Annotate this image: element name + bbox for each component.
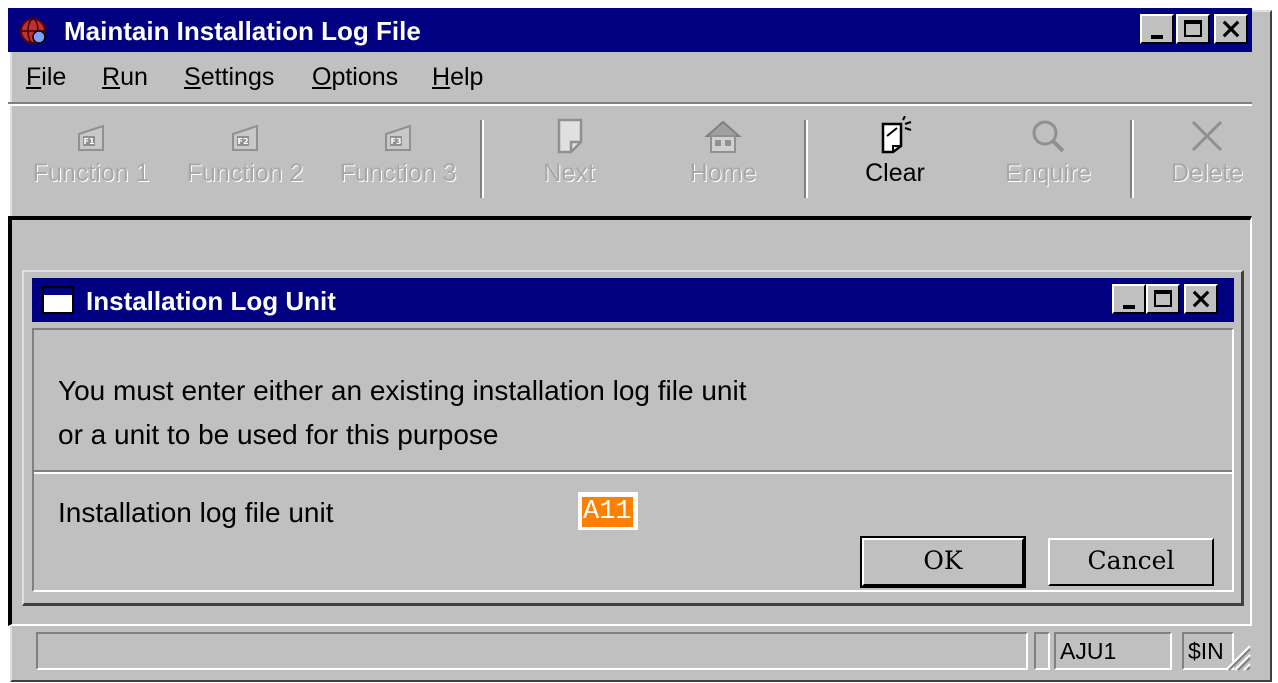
toolbar-separator-1 <box>480 120 484 198</box>
close-icon <box>1222 20 1240 38</box>
resize-grip-icon[interactable] <box>1218 638 1252 672</box>
maximize-icon <box>1154 290 1172 307</box>
delete-button[interactable]: Delete <box>1158 112 1256 202</box>
menu-run[interactable]: Run <box>102 62 148 92</box>
window-title: Maintain Installation Log File <box>64 16 421 46</box>
home-button[interactable]: Home <box>668 112 778 202</box>
home-label: Home <box>689 159 757 187</box>
close-icon <box>1192 290 1210 308</box>
dialog-titlebar[interactable]: Installation Log Unit <box>32 278 1234 322</box>
function-2-label: Function 2 <box>186 159 304 187</box>
enquire-button[interactable]: Enquire <box>990 112 1106 202</box>
menu-run-mnemonic: R <box>102 63 121 91</box>
delete-label: Delete <box>1170 159 1244 187</box>
page-icon <box>557 118 583 154</box>
menu-help[interactable]: Help <box>432 62 483 92</box>
close-button[interactable] <box>1214 14 1248 44</box>
dialog-close-button[interactable] <box>1184 284 1218 314</box>
menu-file[interactable]: File <box>26 62 66 92</box>
dialog-title: Installation Log Unit <box>86 286 336 316</box>
next-label: Next <box>543 159 595 187</box>
toolbar: F1 Function 1 F2 Function 2 F3 Function … <box>8 108 1252 208</box>
maximize-button[interactable] <box>1176 14 1210 44</box>
toolbar-separator-2 <box>804 120 808 198</box>
dialog-maximize-button[interactable] <box>1146 284 1180 314</box>
menu-bar: File Run Settings Options Help <box>8 54 1252 98</box>
status-main-panel <box>36 632 1028 670</box>
function-2-button[interactable]: F2 Function 2 <box>178 112 312 202</box>
minimize-icon <box>1151 35 1163 39</box>
clear-icon <box>881 116 912 154</box>
log-file-unit-input[interactable]: A11 <box>578 492 638 530</box>
menu-settings[interactable]: Settings <box>184 62 274 92</box>
app-globe-icon <box>20 18 46 44</box>
menu-separator <box>8 102 1252 106</box>
menu-options-mnemonic: O <box>312 63 332 91</box>
log-file-unit-value: A11 <box>582 497 633 527</box>
toolbar-separator-3 <box>1130 120 1134 198</box>
f2-key-icon: F2 <box>232 124 258 151</box>
dialog-body: You must enter either an existing instal… <box>32 328 1234 592</box>
clear-button[interactable]: Clear <box>840 112 950 202</box>
enquire-label: Enquire <box>1004 159 1092 187</box>
magnifier-icon <box>1032 120 1065 153</box>
menu-run-rest: un <box>120 63 148 91</box>
menu-file-mnemonic: F <box>26 63 42 91</box>
ok-button[interactable]: OK <box>860 536 1026 588</box>
installation-log-unit-dialog: Installation Log Unit You must enter eit… <box>22 270 1244 606</box>
f2-key-caption: F2 <box>237 137 248 146</box>
message-line-2: or a unit to be used for this purpose <box>58 419 499 450</box>
status-bar: AJU1 $IN <box>8 632 1252 672</box>
menu-settings-mnemonic: S <box>184 63 201 91</box>
menu-settings-rest: ettings <box>200 63 275 91</box>
menu-help-mnemonic: H <box>432 63 451 91</box>
minimize-button[interactable] <box>1140 14 1174 44</box>
menu-options[interactable]: Options <box>312 62 398 92</box>
status-user-panel: AJU1 <box>1054 632 1172 670</box>
home-icon <box>704 120 742 153</box>
maximize-icon <box>1184 20 1202 37</box>
f3-key-caption: F3 <box>390 137 401 146</box>
dialog-divider <box>34 470 1232 474</box>
clear-label: Clear <box>865 159 925 187</box>
main-titlebar[interactable]: Maintain Installation Log File <box>8 8 1252 52</box>
log-file-unit-label: Installation log file unit <box>58 497 334 528</box>
minimize-icon <box>1123 305 1135 309</box>
function-1-button[interactable]: F1 Function 1 <box>24 112 158 202</box>
dialog-minimize-button[interactable] <box>1112 284 1146 314</box>
function-3-button[interactable]: F3 Function 3 <box>330 112 466 202</box>
next-button[interactable]: Next <box>514 112 624 202</box>
delete-x-icon <box>1191 120 1223 152</box>
menu-help-rest: elp <box>450 63 484 91</box>
status-spacer-panel <box>1034 632 1050 670</box>
function-1-label: Function 1 <box>32 159 150 187</box>
f1-key-caption: F1 <box>83 137 94 146</box>
menu-file-rest: ile <box>41 63 67 91</box>
f3-key-icon: F3 <box>385 124 411 151</box>
window-icon <box>42 286 74 314</box>
function-3-label: Function 3 <box>339 159 457 187</box>
cancel-button[interactable]: Cancel <box>1048 538 1214 586</box>
menu-options-rest: ptions <box>331 63 399 91</box>
f1-key-icon: F1 <box>78 124 104 151</box>
message-line-1: You must enter either an existing instal… <box>58 375 747 406</box>
